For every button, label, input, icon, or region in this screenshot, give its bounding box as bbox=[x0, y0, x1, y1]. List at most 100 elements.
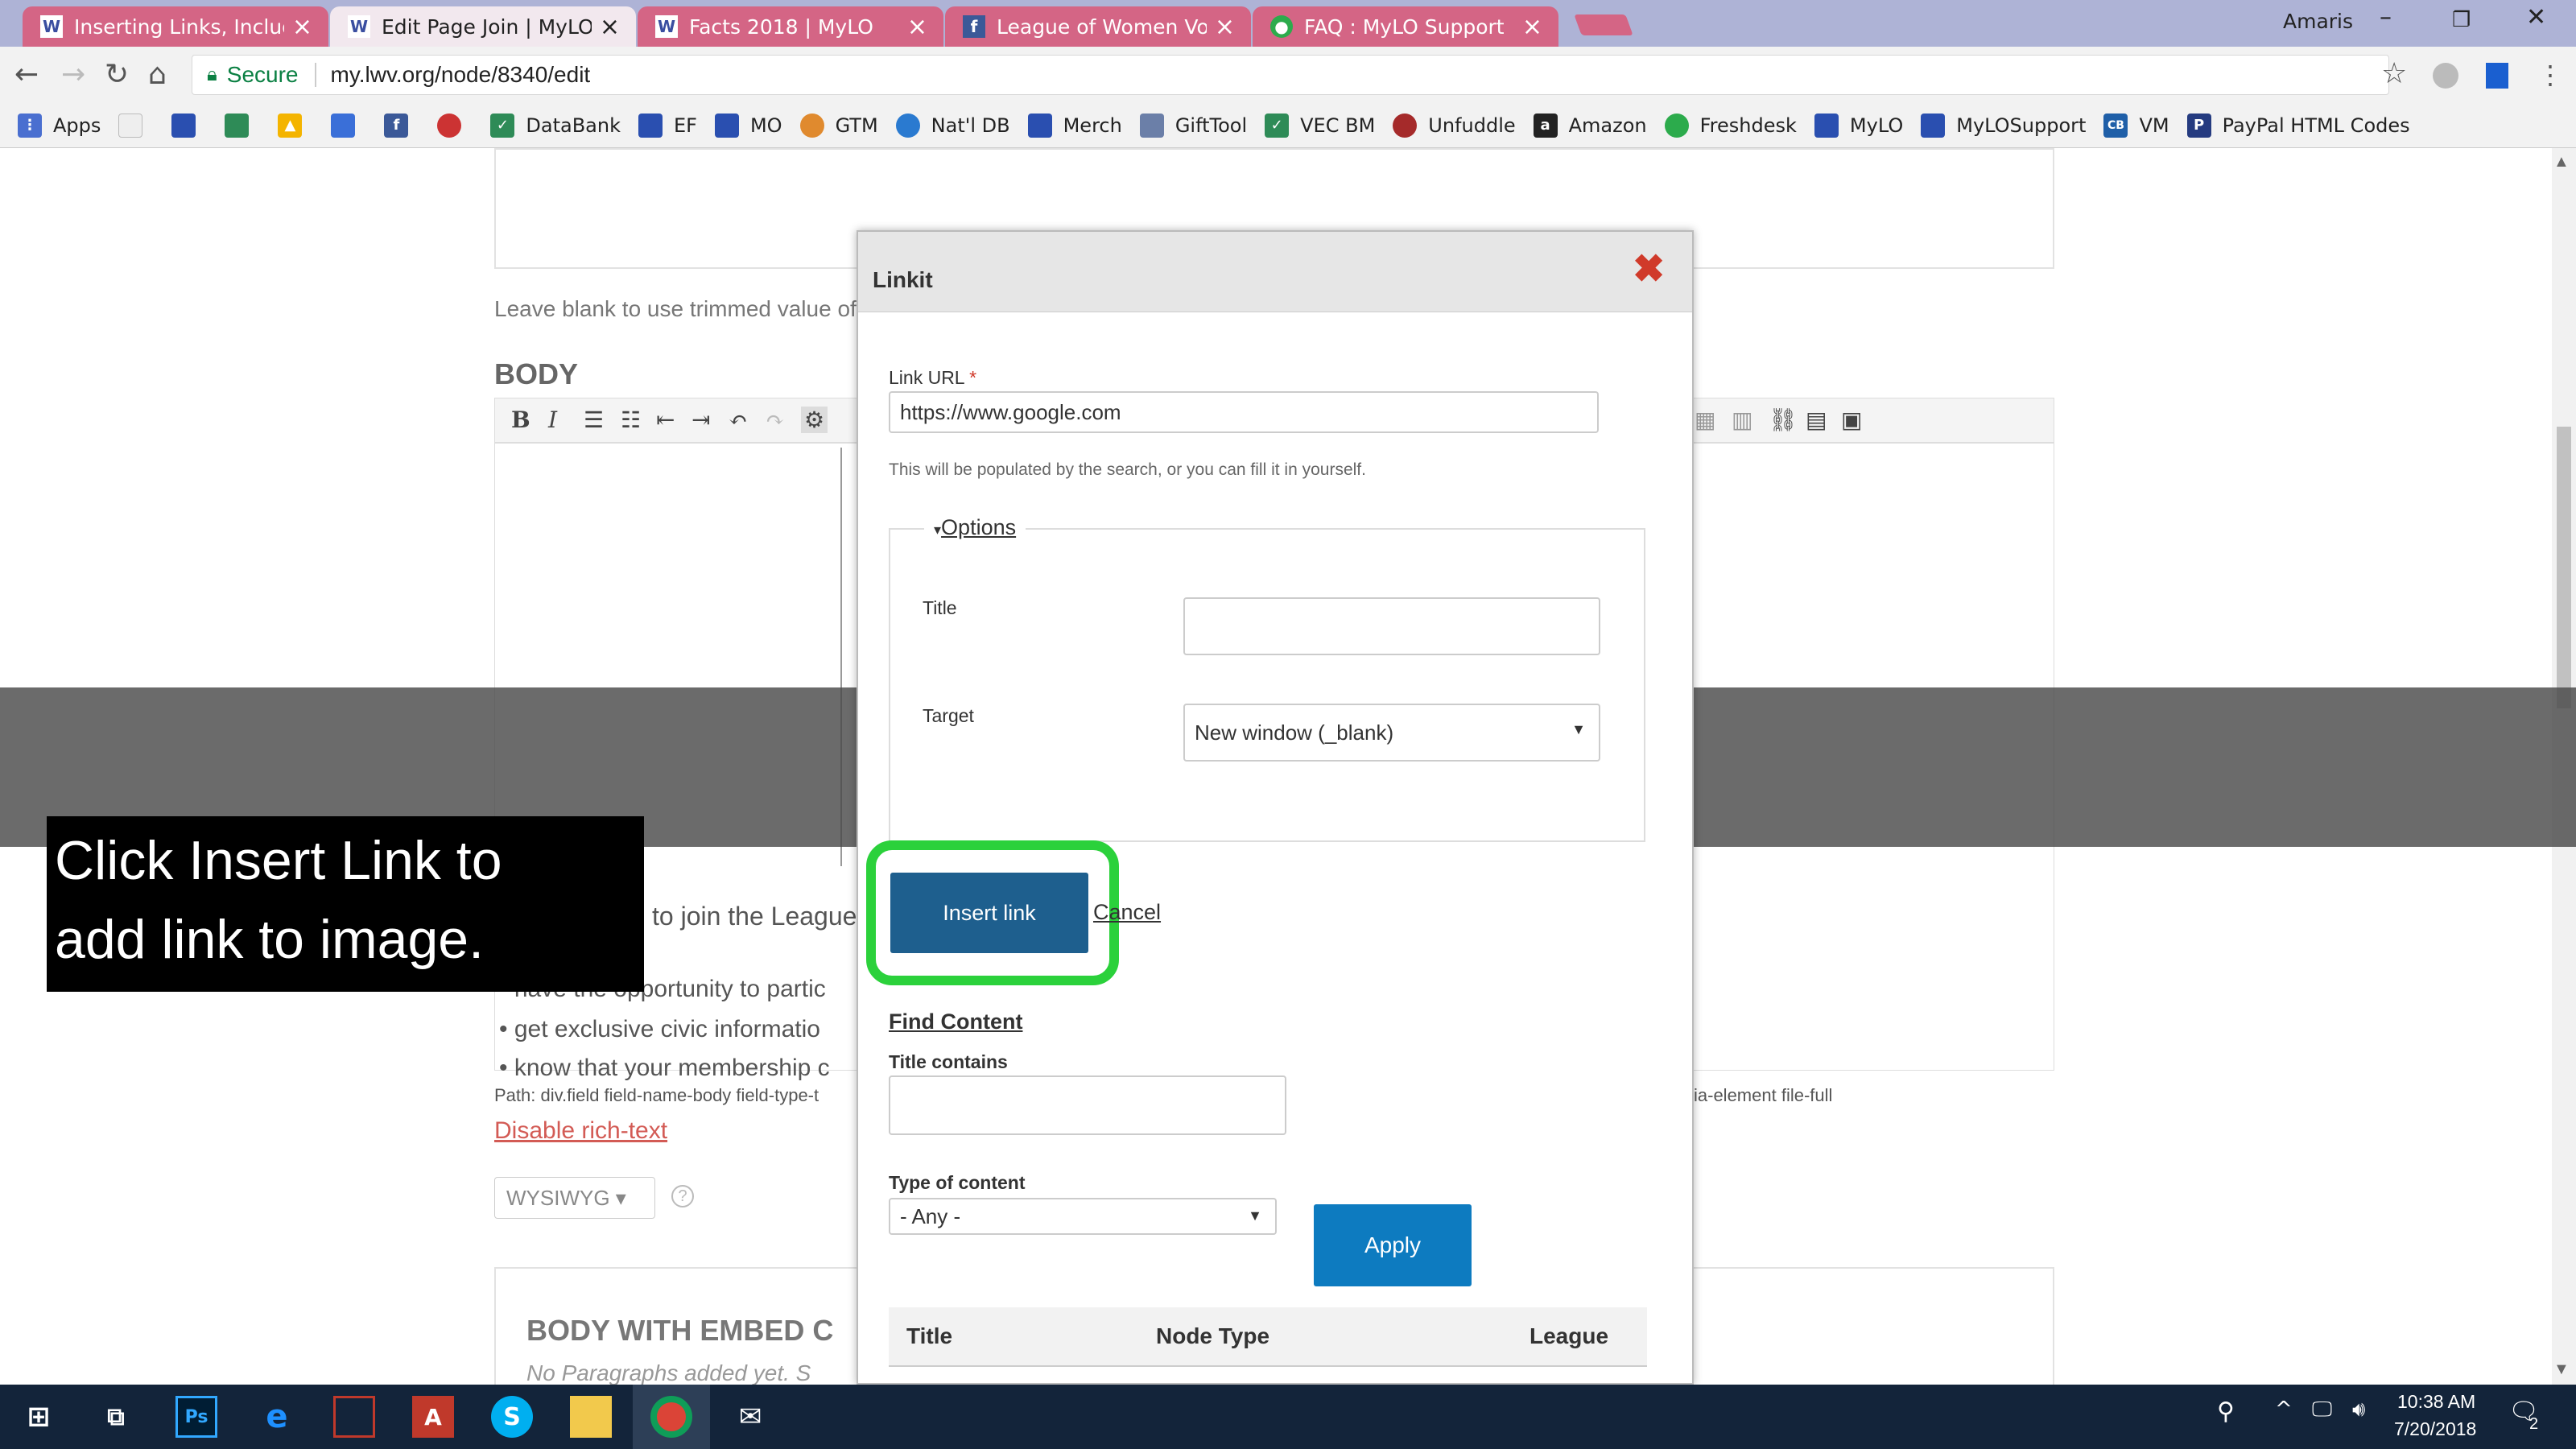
bookmark-red[interactable] bbox=[437, 113, 473, 138]
bullet-list-icon[interactable]: ☰ bbox=[584, 407, 604, 433]
new-tab-button[interactable] bbox=[1574, 14, 1633, 35]
bookmark-page[interactable] bbox=[118, 113, 154, 138]
help-icon[interactable]: ? bbox=[671, 1185, 694, 1208]
clock-date[interactable]: 7/20/2018 bbox=[2394, 1418, 2476, 1440]
bookmark-ef[interactable]: EF bbox=[638, 113, 697, 138]
tab-league-facebook[interactable]: f League of Women Voters × bbox=[945, 6, 1251, 47]
minimize-icon[interactable]: – bbox=[2380, 3, 2392, 31]
reload-icon[interactable]: ↻ bbox=[105, 58, 129, 91]
network-icon[interactable]: 🖵︎ bbox=[2312, 1397, 2332, 1422]
bookmark-gtm[interactable]: GTM bbox=[799, 113, 878, 138]
edge-icon[interactable]: e bbox=[256, 1396, 298, 1438]
skype-icon[interactable]: S bbox=[491, 1396, 533, 1438]
bookmark-facebook[interactable]: f bbox=[384, 113, 419, 138]
insert-link-button[interactable]: Insert link bbox=[890, 873, 1088, 953]
url-text[interactable]: my.lwv.org/node/8340/edit bbox=[331, 62, 591, 88]
people-icon[interactable]: ⚲ bbox=[2217, 1397, 2235, 1426]
chevron-up-icon[interactable]: ^ bbox=[2275, 1397, 2293, 1422]
undo-icon[interactable]: ↶ bbox=[729, 407, 747, 433]
mail-icon[interactable]: ✉ bbox=[729, 1396, 771, 1438]
bookmark-manager-icon[interactable] bbox=[2486, 63, 2508, 89]
close-tab-icon[interactable]: × bbox=[1215, 13, 1235, 41]
italic-icon[interactable]: I bbox=[548, 407, 557, 433]
file-explorer-icon[interactable] bbox=[570, 1396, 612, 1438]
numbered-list-icon[interactable]: ☷ bbox=[621, 407, 641, 433]
column-node-type[interactable]: Node Type bbox=[1156, 1323, 1269, 1349]
scroll-thumb[interactable] bbox=[2557, 427, 2571, 708]
link-url-input[interactable]: https://www.google.com bbox=[889, 391, 1599, 433]
scroll-down-icon[interactable]: ▼ bbox=[2553, 1360, 2570, 1379]
bookmark-gifttool[interactable]: GiftTool bbox=[1139, 113, 1247, 138]
bookmark-mo[interactable]: MO bbox=[714, 113, 782, 138]
image-icon[interactable]: ▣ bbox=[1841, 407, 1862, 433]
tab-facts-2018[interactable]: W Facts 2018 | MyLO × bbox=[638, 6, 943, 47]
app-red-icon[interactable] bbox=[333, 1396, 375, 1438]
table-props-icon[interactable]: ▥ bbox=[1732, 407, 1752, 433]
bookmark-star-icon[interactable]: ☆ bbox=[2381, 56, 2407, 90]
lwv-icon bbox=[714, 113, 739, 138]
close-tab-icon[interactable]: × bbox=[600, 13, 620, 41]
target-select[interactable]: New window (_blank) ▼ bbox=[1183, 704, 1600, 762]
windows-start-icon[interactable]: ⊞ bbox=[18, 1396, 60, 1438]
extension-icon[interactable] bbox=[2433, 63, 2458, 89]
freshdesk-icon bbox=[1664, 113, 1689, 138]
outdent-icon[interactable]: ⇤ bbox=[656, 407, 675, 433]
table-icon[interactable]: ▦ bbox=[1695, 407, 1715, 433]
chrome-icon[interactable] bbox=[650, 1396, 692, 1438]
options-toggle[interactable]: ▾Options bbox=[924, 515, 1026, 540]
address-bar[interactable]: 🔒︎ Secure my.lwv.org/node/8340/edit bbox=[192, 55, 2389, 95]
tab-edit-page-join[interactable]: W Edit Page Join | MyLO × bbox=[330, 6, 636, 47]
bold-icon[interactable]: B bbox=[511, 407, 530, 433]
tab-inserting-links[interactable]: W Inserting Links, Including × bbox=[23, 6, 328, 47]
acrobat-icon[interactable]: A bbox=[412, 1396, 454, 1438]
column-league[interactable]: League bbox=[1530, 1323, 1608, 1349]
bookmark-natl-db[interactable]: Nat'l DB bbox=[895, 113, 1010, 138]
close-icon[interactable]: ✖ bbox=[1633, 246, 1665, 291]
menu-dots-icon[interactable]: ⋮ bbox=[2537, 60, 2563, 90]
unlink-icon[interactable]: ⛓ bbox=[1769, 407, 1798, 433]
scroll-up-icon[interactable]: ▲ bbox=[2553, 153, 2570, 171]
linkit-icon[interactable]: ⚙ bbox=[801, 407, 828, 433]
volume-icon[interactable]: 🔊︎ bbox=[2352, 1397, 2365, 1422]
close-tab-icon[interactable]: × bbox=[292, 13, 312, 41]
bookmark-databank[interactable]: ✓ DataBank bbox=[490, 113, 621, 138]
bookmark-amazon[interactable]: a Amazon bbox=[1533, 113, 1647, 138]
bookmark-sheets[interactable] bbox=[225, 113, 260, 138]
bookmark-mylo[interactable]: MyLO bbox=[1814, 113, 1903, 138]
close-tab-icon[interactable]: × bbox=[907, 13, 927, 41]
find-content-toggle[interactable]: Find Content bbox=[889, 1009, 1022, 1034]
bookmark-apps[interactable]: ⋮ Apps bbox=[18, 113, 101, 138]
bookmark-lwv[interactable] bbox=[171, 113, 207, 138]
bookmark-cb[interactable]: CB VM bbox=[2103, 113, 2169, 138]
profile-name[interactable]: Amaris bbox=[2283, 10, 2353, 33]
home-icon[interactable]: ⌂ bbox=[148, 58, 167, 91]
tab-faq-mylo-support[interactable]: ● FAQ : MyLO Support × bbox=[1253, 6, 1558, 47]
type-of-content-select[interactable]: - Any - ▼ bbox=[889, 1198, 1277, 1235]
title-contains-input[interactable] bbox=[889, 1075, 1286, 1135]
indent-icon[interactable]: ⇥ bbox=[691, 407, 710, 433]
text-format-select[interactable]: WYSIWYG ▾ bbox=[494, 1177, 655, 1219]
bookmark-unfuddle[interactable]: Unfuddle bbox=[1393, 113, 1516, 138]
task-view-icon[interactable]: ⧉ bbox=[95, 1396, 137, 1438]
bookmark-mylosupport[interactable]: MyLOSupport bbox=[1921, 113, 2086, 138]
photoshop-icon[interactable]: Ps bbox=[175, 1396, 217, 1438]
clock-time[interactable]: 10:38 AM bbox=[2397, 1391, 2475, 1413]
bookmark-drive[interactable]: ▲ bbox=[278, 113, 313, 138]
template-icon[interactable]: ▤ bbox=[1806, 407, 1827, 433]
title-input[interactable] bbox=[1183, 597, 1600, 655]
bookmark-docs[interactable] bbox=[331, 113, 366, 138]
restore-icon[interactable]: ❐ bbox=[2452, 8, 2471, 32]
redo-icon[interactable]: ↷ bbox=[766, 407, 784, 433]
back-icon[interactable]: ← bbox=[14, 58, 39, 91]
bookmark-paypal[interactable]: P PayPal HTML Codes bbox=[2186, 113, 2410, 138]
bookmark-merch[interactable]: Merch bbox=[1027, 113, 1122, 138]
cancel-link[interactable]: Cancel bbox=[1093, 900, 1161, 925]
column-title[interactable]: Title bbox=[906, 1323, 952, 1349]
bookmark-freshdesk[interactable]: Freshdesk bbox=[1664, 113, 1797, 138]
disable-rich-text-link[interactable]: Disable rich-text bbox=[494, 1117, 667, 1145]
bookmark-vec-bm[interactable]: ✓ VEC BM bbox=[1265, 113, 1375, 138]
apply-button[interactable]: Apply bbox=[1314, 1204, 1472, 1286]
close-tab-icon[interactable]: × bbox=[1522, 13, 1542, 41]
close-window-icon[interactable]: ✕ bbox=[2526, 3, 2546, 31]
forward-icon[interactable]: → bbox=[61, 58, 85, 91]
